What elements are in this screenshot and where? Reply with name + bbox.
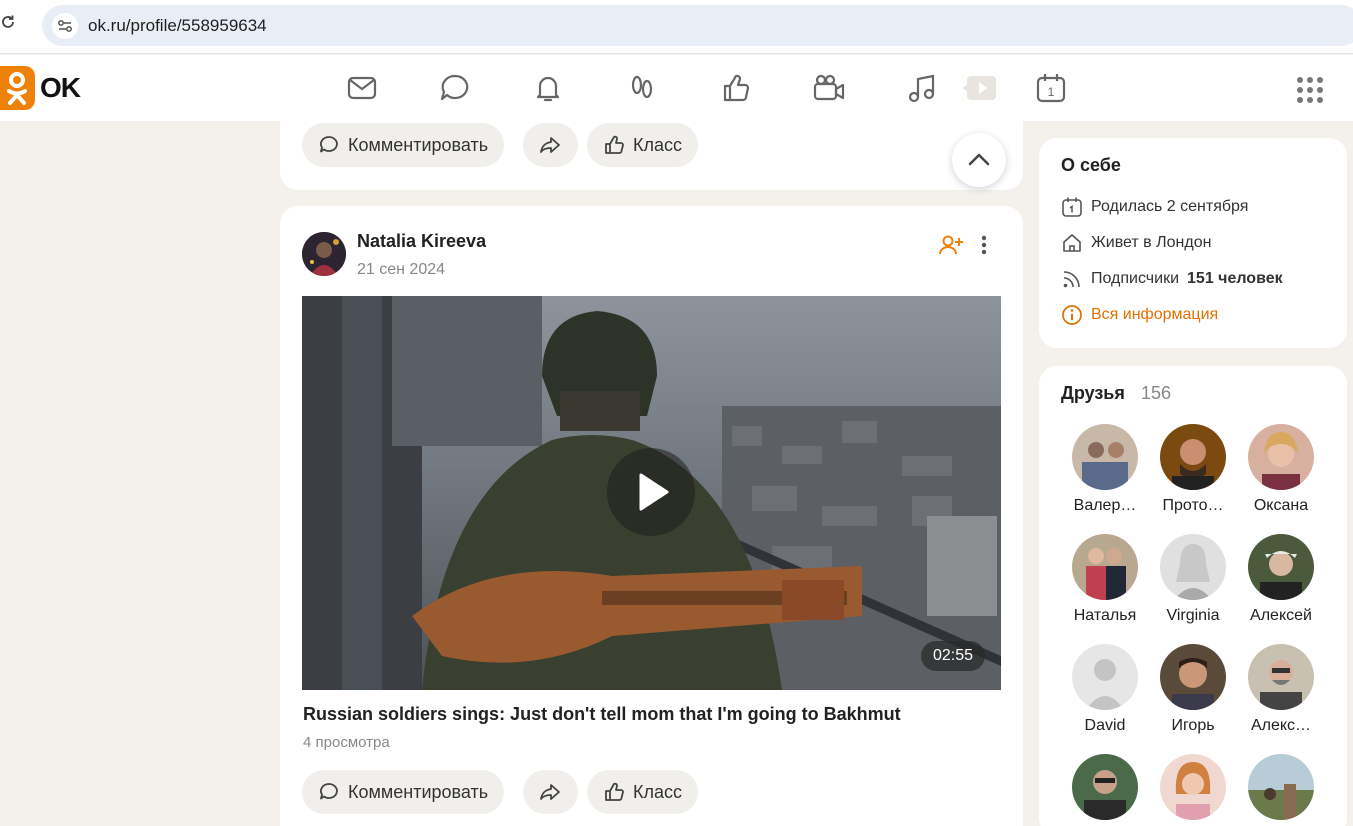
author-avatar[interactable] xyxy=(302,232,346,276)
bell-icon[interactable] xyxy=(531,71,565,105)
thumbs-up-icon xyxy=(605,782,624,801)
scroll-to-top-button[interactable] xyxy=(952,133,1006,187)
rss-icon xyxy=(1063,271,1080,288)
friend-name[interactable]: Валер… xyxy=(1063,497,1147,515)
friend-avatar[interactable] xyxy=(1248,754,1314,820)
friend-item[interactable]: Валер… xyxy=(1063,424,1147,515)
url-text[interactable]: ok.ru/profile/558959634 xyxy=(88,16,267,36)
video-title[interactable]: Russian soldiers sings: Just don't tell … xyxy=(303,704,901,725)
thumbs-up-icon xyxy=(605,135,624,154)
share-icon xyxy=(540,784,560,800)
browser-toolbar: ok.ru/profile/558959634 xyxy=(0,0,1353,54)
friend-name[interactable]: Алексей xyxy=(1239,607,1323,625)
all-info-link[interactable]: Вся информация xyxy=(1061,303,1218,327)
friend-name[interactable]: Игорь xyxy=(1151,717,1235,735)
calendar-icon[interactable]: 1 xyxy=(1034,71,1068,105)
logo-text[interactable]: OK xyxy=(40,72,81,104)
friend-item[interactable]: Оксана xyxy=(1239,424,1323,515)
site-settings-icon[interactable] xyxy=(52,13,78,39)
play-button[interactable] xyxy=(607,448,695,536)
friend-avatar[interactable] xyxy=(1248,534,1314,600)
about-title: О себе xyxy=(1061,155,1121,175)
friend-item[interactable]: Прото… xyxy=(1151,424,1235,515)
music-icon[interactable] xyxy=(905,71,939,105)
share-button[interactable] xyxy=(523,770,578,814)
likes-icon[interactable] xyxy=(719,71,753,105)
share-button[interactable] xyxy=(523,123,578,167)
friend-item[interactable]: Virginia xyxy=(1151,534,1235,625)
home-icon xyxy=(1063,234,1081,252)
view-count: 4 просмотра xyxy=(303,734,390,751)
subscribers-count: 151 человек xyxy=(1187,270,1283,287)
ok-logo-icon[interactable] xyxy=(0,66,35,110)
birthday-text: Родилась 2 сентября xyxy=(1091,198,1249,215)
more-options-icon[interactable] xyxy=(974,233,994,257)
subscribers-label: Подписчики xyxy=(1091,270,1180,287)
subscribers-row[interactable]: Подписчики 151 человек xyxy=(1061,267,1283,291)
friend-name[interactable]: Оксана xyxy=(1239,497,1323,515)
like-button[interactable]: Класс xyxy=(587,123,698,167)
video-duration: 02:55 xyxy=(921,641,985,671)
friend-avatar[interactable] xyxy=(1072,424,1138,490)
comment-label: Комментировать xyxy=(348,134,489,155)
friend-item[interactable]: David xyxy=(1063,644,1147,735)
all-info-text[interactable]: Вся информация xyxy=(1091,306,1218,324)
birthday-row: Родилась 2 сентября xyxy=(1061,195,1248,219)
comment-icon xyxy=(320,783,338,800)
friends-count: 156 xyxy=(1141,383,1172,403)
like-label: Класс xyxy=(633,134,682,155)
chevron-up-icon xyxy=(968,153,990,166)
friend-avatar[interactable] xyxy=(1072,534,1138,600)
svg-text:1: 1 xyxy=(1048,85,1055,99)
friend-avatar[interactable] xyxy=(1248,424,1314,490)
post-date[interactable]: 21 сен 2024 xyxy=(357,261,445,279)
info-icon xyxy=(1062,305,1082,325)
friend-item[interactable]: Наталья xyxy=(1063,534,1147,625)
friend-name[interactable]: David xyxy=(1063,717,1147,735)
comment-label: Комментировать xyxy=(348,781,489,802)
friends-title[interactable]: Друзья xyxy=(1061,383,1125,404)
friend-item[interactable]: Игорь xyxy=(1151,644,1235,735)
friend-avatar[interactable] xyxy=(1248,644,1314,710)
apps-grid-icon[interactable] xyxy=(1296,76,1324,104)
calendar-icon xyxy=(1062,197,1082,217)
friend-avatar[interactable] xyxy=(1160,644,1226,710)
friend-avatar[interactable] xyxy=(1160,534,1226,600)
friend-avatar[interactable] xyxy=(1072,644,1138,710)
add-friend-icon[interactable] xyxy=(938,233,964,257)
guests-icon[interactable] xyxy=(625,71,659,105)
friend-name[interactable]: Virginia xyxy=(1151,607,1235,625)
share-icon xyxy=(540,137,560,153)
friend-avatar[interactable] xyxy=(1072,754,1138,820)
video-icon[interactable] xyxy=(962,73,996,107)
play-icon xyxy=(639,473,669,511)
location-text: Живет в Лондон xyxy=(1091,234,1212,251)
chat-icon[interactable] xyxy=(438,71,472,105)
like-label: Класс xyxy=(633,781,682,802)
author-name[interactable]: Natalia Kireeva xyxy=(357,231,486,252)
friend-name[interactable]: Алекс… xyxy=(1239,717,1323,735)
friend-avatar[interactable] xyxy=(1160,754,1226,820)
friend-item[interactable]: Алекс… xyxy=(1239,644,1323,735)
mail-icon[interactable] xyxy=(345,71,379,105)
reload-icon[interactable] xyxy=(0,14,18,36)
friend-item[interactable] xyxy=(1239,754,1323,826)
video-player[interactable]: 02:55 xyxy=(302,296,1001,690)
like-button[interactable]: Класс xyxy=(587,770,698,814)
friend-name[interactable]: Прото… xyxy=(1151,497,1235,515)
friend-item[interactable]: Алексей xyxy=(1239,534,1323,625)
friend-item[interactable] xyxy=(1063,754,1147,826)
comment-icon xyxy=(320,136,338,153)
friend-name[interactable]: Наталья xyxy=(1063,607,1147,625)
video-camera-icon[interactable] xyxy=(812,71,846,105)
address-bar[interactable]: ok.ru/profile/558959634 xyxy=(42,5,1353,46)
friend-avatar[interactable] xyxy=(1160,424,1226,490)
comment-button[interactable]: Комментировать xyxy=(302,123,505,167)
comment-button[interactable]: Комментировать xyxy=(302,770,505,814)
location-row: Живет в Лондон xyxy=(1061,231,1211,255)
friend-item[interactable] xyxy=(1151,754,1235,826)
